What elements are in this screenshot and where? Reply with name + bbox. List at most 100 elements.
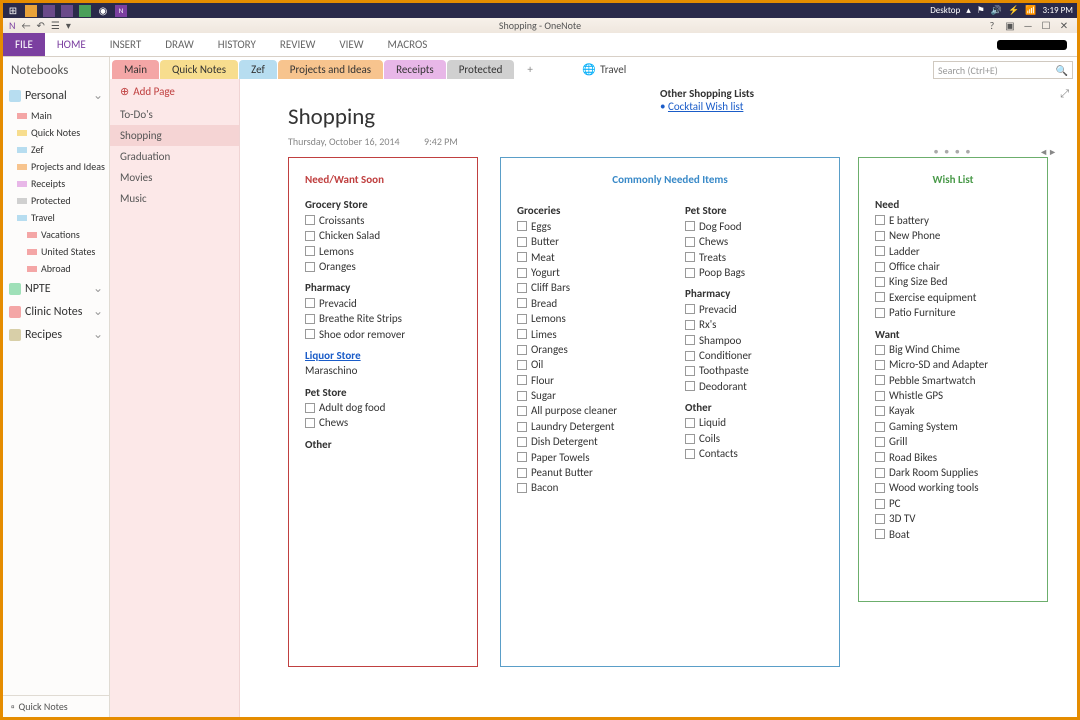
minimize-icon[interactable]: — [1021, 19, 1035, 32]
list-item[interactable]: Exercise equipment [875, 290, 1031, 305]
add-section-button[interactable]: + [515, 60, 539, 79]
list-item[interactable]: Bread [517, 296, 655, 311]
qat-dropdown-icon[interactable]: ▾ [66, 19, 71, 32]
list-item[interactable]: Ladder [875, 244, 1031, 259]
app-icon[interactable] [79, 5, 91, 17]
page-title[interactable]: Shopping [288, 103, 375, 131]
list-item[interactable]: Croissants [305, 213, 461, 228]
checkbox[interactable] [517, 283, 527, 293]
list-item[interactable]: Lemons [305, 244, 461, 259]
list-item[interactable]: Office chair [875, 259, 1031, 274]
ribbon-tab-draw[interactable]: DRAW [153, 33, 205, 56]
section-tab-zef[interactable]: Zef [239, 60, 277, 79]
list-item[interactable]: Prevacid [305, 296, 461, 311]
chrome-icon[interactable]: ◉ [97, 5, 109, 17]
checkbox[interactable] [517, 298, 527, 308]
checkbox[interactable] [517, 237, 527, 247]
checkbox[interactable] [517, 391, 527, 401]
list-item[interactable]: Yogurt [517, 265, 655, 280]
list-item[interactable]: Kayak [875, 403, 1031, 418]
list-item[interactable]: Liquid [685, 415, 823, 430]
checkbox[interactable] [685, 268, 695, 278]
app-icon[interactable] [25, 5, 37, 17]
search-input[interactable]: Search (Ctrl+E)🔍 [933, 61, 1073, 79]
start-icon[interactable]: ⊞ [7, 5, 19, 17]
checkbox[interactable] [875, 246, 885, 256]
list-item[interactable]: Oranges [305, 259, 461, 274]
checkbox[interactable] [875, 499, 885, 509]
checkbox[interactable] [875, 360, 885, 370]
checkbox[interactable] [685, 304, 695, 314]
section-tab-travel[interactable]: 🌐Travel [570, 60, 638, 79]
section-item[interactable]: Zef [3, 141, 109, 158]
list-item[interactable]: Flour [517, 373, 655, 388]
checkbox[interactable] [517, 437, 527, 447]
list-item[interactable]: Whistle GPS [875, 388, 1031, 403]
checkbox[interactable] [685, 449, 695, 459]
checkbox[interactable] [517, 329, 527, 339]
list-item[interactable]: Adult dog food [305, 400, 461, 415]
page-item[interactable]: Music [110, 188, 239, 209]
checkbox[interactable] [875, 529, 885, 539]
checkbox[interactable] [305, 246, 315, 256]
checkbox[interactable] [875, 215, 885, 225]
checkbox[interactable] [875, 262, 885, 272]
list-item[interactable]: Patio Furniture [875, 305, 1031, 320]
section-item[interactable]: Travel [3, 209, 109, 226]
page-item[interactable]: Movies [110, 167, 239, 188]
list-item[interactable]: Chicken Salad [305, 228, 461, 243]
list-item[interactable]: Eggs [517, 219, 655, 234]
list-item[interactable]: Pebble Smartwatch [875, 373, 1031, 388]
ribbon-toggle-icon[interactable]: ▣ [1003, 19, 1017, 32]
list-item[interactable]: Rx's [685, 317, 823, 332]
checkbox[interactable] [685, 237, 695, 247]
section-item[interactable]: Receipts [3, 175, 109, 192]
notebook-item[interactable]: NPTE⌄ [3, 277, 109, 300]
list-item[interactable]: Gaming System [875, 419, 1031, 434]
ribbon-tab-file[interactable]: FILE [3, 33, 45, 56]
checkbox[interactable] [685, 320, 695, 330]
section-item[interactable]: Abroad [3, 260, 109, 277]
list-item[interactable]: Sugar [517, 388, 655, 403]
add-page-button[interactable]: ⊕Add Page [110, 79, 239, 104]
checkbox[interactable] [517, 483, 527, 493]
checkbox[interactable] [875, 468, 885, 478]
checkbox[interactable] [305, 403, 315, 413]
list-item[interactable]: Grill [875, 434, 1031, 449]
checkbox[interactable] [305, 215, 315, 225]
checkbox[interactable] [875, 483, 885, 493]
commonly-needed-box[interactable]: Commonly Needed Items Groceries EggsButt… [500, 157, 840, 667]
section-item[interactable]: Quick Notes [3, 124, 109, 141]
checkbox[interactable] [517, 268, 527, 278]
checkbox[interactable] [685, 351, 695, 361]
checkbox[interactable] [875, 422, 885, 432]
section-tab-main[interactable]: Main [112, 60, 159, 79]
onenote-icon[interactable]: N [115, 5, 127, 17]
ribbon-tab-history[interactable]: HISTORY [206, 33, 268, 56]
section-tab-projects[interactable]: Projects and Ideas [278, 60, 383, 79]
wish-list-box[interactable]: ● ● ● ●◄► Wish List Need E batteryNew Ph… [858, 157, 1048, 602]
checkbox[interactable] [517, 360, 527, 370]
checkbox[interactable] [517, 314, 527, 324]
list-item[interactable]: Cliff Bars [517, 280, 655, 295]
checkbox[interactable] [875, 375, 885, 385]
app-icon[interactable] [61, 5, 73, 17]
close-icon[interactable]: ✕ [1057, 19, 1071, 32]
checkbox[interactable] [305, 262, 315, 272]
checkbox[interactable] [517, 452, 527, 462]
liquor-store-link[interactable]: Liquor Store [305, 348, 461, 363]
note-canvas[interactable]: Other Shopping Lists • Cocktail Wish lis… [240, 79, 1077, 717]
list-item[interactable]: Bacon [517, 480, 655, 495]
list-item[interactable]: Road Bikes [875, 450, 1031, 465]
notebook-item[interactable]: Personal⌄ [3, 84, 109, 107]
list-item[interactable]: Wood working tools [875, 480, 1031, 495]
list-item[interactable]: Conditioner [685, 348, 823, 363]
touch-icon[interactable]: ☰ [51, 19, 60, 32]
tray-icon[interactable]: ▴ [966, 5, 971, 16]
tray-icon[interactable]: ⚡ [1008, 5, 1019, 16]
checkbox[interactable] [305, 298, 315, 308]
checkbox[interactable] [875, 391, 885, 401]
checkbox[interactable] [875, 292, 885, 302]
checkbox[interactable] [685, 366, 695, 376]
checkbox[interactable] [305, 329, 315, 339]
